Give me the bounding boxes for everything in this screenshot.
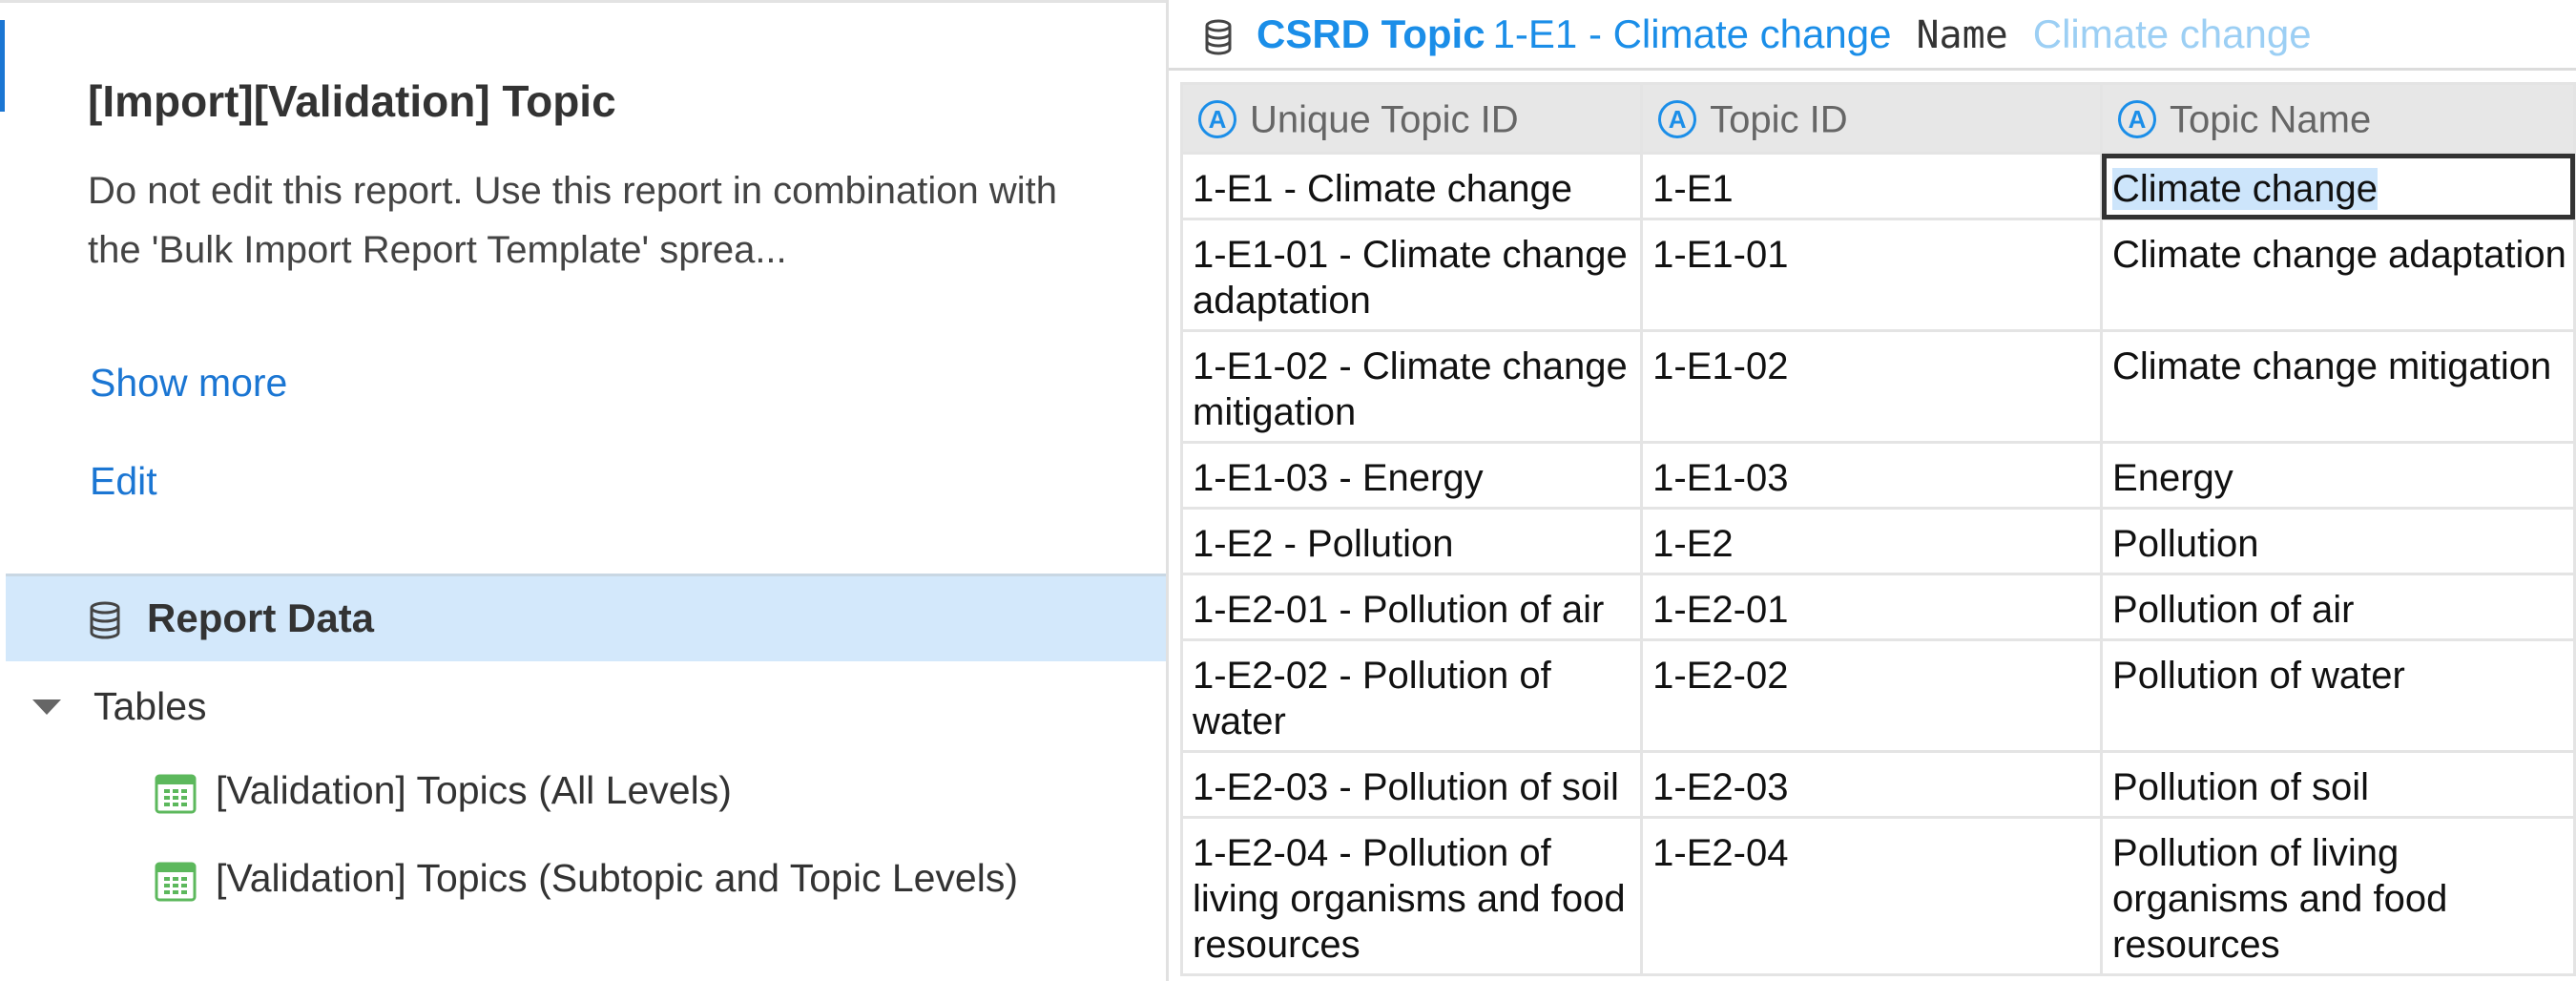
table-row: 1-E2-03 - Pollution of soil 1-E2-03 Poll… xyxy=(1179,750,2576,819)
attribute-type-icon: A xyxy=(1198,100,1236,139)
grid-cell[interactable]: Climate change mitigation xyxy=(2100,329,2576,444)
table-item-subtopic-topic-levels[interactable]: [Validation] Topics (Subtopic and Topic … xyxy=(155,852,1156,913)
entity-name[interactable]: CSRD Topic xyxy=(1257,11,1485,56)
table-row: 1-E2-04 - Pollution of living organisms … xyxy=(1179,816,2576,976)
grid-cell[interactable]: Pollution xyxy=(2100,507,2576,575)
column-header-label: Unique Topic ID xyxy=(1250,98,1519,141)
attribute-type-icon: A xyxy=(2118,100,2157,139)
grid-cell[interactable]: Energy xyxy=(2100,441,2576,510)
selected-cell-text: Climate change xyxy=(2112,168,2378,210)
grid-cell[interactable]: 1-E1 xyxy=(1640,152,2104,220)
table-icon xyxy=(155,774,197,814)
column-header-label: Topic Name xyxy=(2170,98,2372,141)
table-row: 1-E2-01 - Pollution of air 1-E2-01 Pollu… xyxy=(1179,573,2576,641)
table-icon xyxy=(155,862,197,902)
grid-cell[interactable]: Climate change adaptation xyxy=(2100,218,2576,332)
report-sidebar: [Import][Validation] Topic Do not edit t… xyxy=(0,0,1166,981)
report-data-item[interactable]: Report Data xyxy=(6,574,1166,661)
grid-cell[interactable]: Pollution of living organisms and food r… xyxy=(2100,816,2576,976)
report-data-label: Report Data xyxy=(147,595,375,640)
grid-cell[interactable]: 1-E1 - Climate change xyxy=(1179,152,1644,220)
grid-cell[interactable]: 1-E2 - Pollution xyxy=(1179,507,1644,575)
show-more-link[interactable]: Show more xyxy=(90,361,287,406)
grid-cell[interactable]: 1-E2-01 - Pollution of air xyxy=(1179,573,1644,641)
grid-cell-selected[interactable]: Climate change xyxy=(2100,152,2576,220)
tables-group-label: Tables xyxy=(93,684,207,728)
table-row: 1-E1 - Climate change 1-E1 Climate chang… xyxy=(1179,152,2576,220)
grid-cell[interactable]: 1-E2-03 xyxy=(1640,750,2104,819)
grid-cell[interactable]: 1-E2-04 - Pollution of living organisms … xyxy=(1179,816,1644,976)
active-indicator xyxy=(0,20,5,112)
grid-cell[interactable]: 1-E1-03 xyxy=(1640,441,2104,510)
column-header-topic-id[interactable]: A Topic ID xyxy=(1640,82,2104,155)
grid-cell[interactable]: Pollution of water xyxy=(2100,638,2576,753)
grid-cell[interactable]: 1-E2-01 xyxy=(1640,573,2104,641)
grid-header-row: A Unique Topic ID A Topic ID A Topic Name xyxy=(1179,82,2576,155)
caret-down-icon xyxy=(32,699,61,715)
table-item-all-levels[interactable]: [Validation] Topics (All Levels) xyxy=(155,764,1156,825)
column-header-topic-name[interactable]: A Topic Name xyxy=(2100,82,2576,155)
table-row: 1-E2-02 - Pollution of water 1-E2-02 Pol… xyxy=(1179,638,2576,753)
grid-cell[interactable]: 1-E1-01 xyxy=(1640,218,2104,332)
grid-cell[interactable]: Pollution of air xyxy=(2100,573,2576,641)
table-row: 1-E1-02 - Climate change mitigation 1-E1… xyxy=(1179,329,2576,444)
data-grid-panel: CSRD Topic 1-E1 - Climate change Name Clima… xyxy=(1169,0,2576,981)
grid-cell[interactable]: 1-E1-02 - Climate change mitigation xyxy=(1179,329,1644,444)
edit-link[interactable]: Edit xyxy=(90,459,157,504)
grid-cell[interactable]: 1-E2-03 - Pollution of soil xyxy=(1179,750,1644,819)
field-value: Climate change xyxy=(2032,11,2312,56)
grid-cell[interactable]: 1-E2 xyxy=(1640,507,2104,575)
report-title: [Import][Validation] Topic xyxy=(88,76,616,126)
table-row: 1-E1-03 - Energy 1-E1-03 Energy xyxy=(1179,441,2576,510)
column-header-label: Topic ID xyxy=(1710,98,1848,141)
database-icon xyxy=(90,601,120,639)
grid-cell[interactable]: 1-E2-02 - Pollution of water xyxy=(1179,638,1644,753)
table-row: 1-E1-01 - Climate change adaptation 1-E1… xyxy=(1179,218,2576,332)
report-description: Do not edit this report. Use this report… xyxy=(88,170,1058,271)
grid-cell[interactable]: Pollution of soil xyxy=(2100,750,2576,819)
grid-cell[interactable]: 1-E1-03 - Energy xyxy=(1179,441,1644,510)
attribute-type-icon: A xyxy=(1658,100,1697,139)
grid-cell[interactable]: 1-E2-04 xyxy=(1640,816,2104,976)
data-grid: A Unique Topic ID A Topic ID A Topic Name 1… xyxy=(1179,82,2576,976)
tables-group-toggle[interactable]: Tables xyxy=(32,680,700,738)
grid-cell[interactable]: 1-E1-01 - Climate change adaptation xyxy=(1179,218,1644,332)
grid-cell[interactable]: 1-E1-02 xyxy=(1640,329,2104,444)
table-item-label: [Validation] Topics (All Levels) xyxy=(216,768,732,812)
field-name: Name xyxy=(1916,13,2008,57)
table-row: 1-E2 - Pollution 1-E2 Pollution xyxy=(1179,507,2576,575)
column-header-unique-topic-id[interactable]: A Unique Topic ID xyxy=(1179,82,1644,155)
database-icon xyxy=(1205,19,1232,55)
record-name[interactable]: 1-E1 - Climate change xyxy=(1493,11,1892,56)
cell-context-bar: CSRD Topic 1-E1 - Climate change Name Clima… xyxy=(1169,0,2576,71)
grid-cell[interactable]: 1-E2-02 xyxy=(1640,638,2104,753)
table-item-label: [Validation] Topics (Subtopic and Topic … xyxy=(216,856,1019,900)
